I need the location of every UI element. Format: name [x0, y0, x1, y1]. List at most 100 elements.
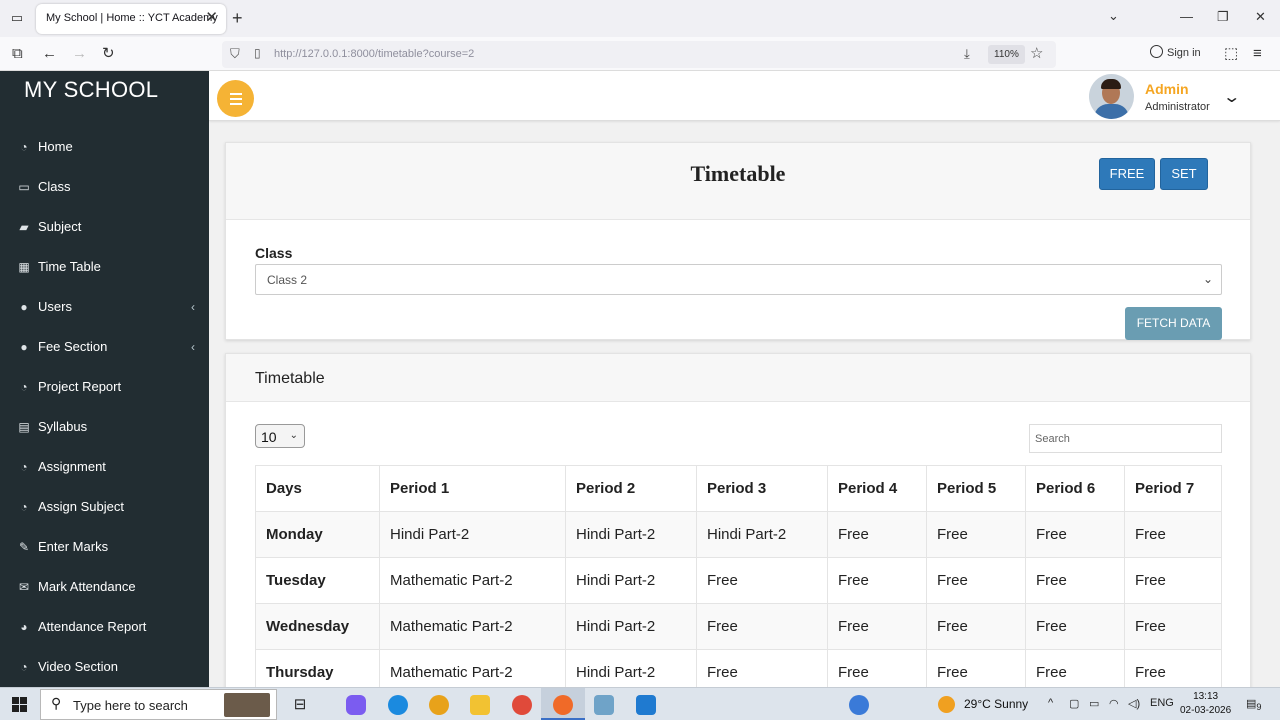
- restore-icon[interactable]: ❐: [1217, 9, 1229, 25]
- sidebar-item-users[interactable]: ● Users ‹: [0, 287, 209, 327]
- brand-logo[interactable]: MY SCHOOL: [24, 77, 158, 103]
- page-title: Timetable: [690, 161, 786, 186]
- browser-tab-bar: ▭ My School | Home :: YCT Academy ✕ + ⌄ …: [0, 0, 1280, 37]
- help-icon[interactable]: [849, 695, 869, 715]
- period-cell: Free: [1124, 511, 1222, 558]
- language-indicator[interactable]: ENG: [1150, 697, 1174, 709]
- wifi-icon[interactable]: ◠: [1109, 697, 1119, 710]
- new-tab-icon[interactable]: +: [232, 8, 243, 28]
- download-icon[interactable]: ⤓: [964, 46, 970, 62]
- browser-tab[interactable]: My School | Home :: YCT Academy ✕: [36, 4, 226, 34]
- sidebar-item-assign-subject[interactable]: ◔ Assign Subject: [0, 487, 209, 527]
- sidebar-item-home[interactable]: ◔ Home: [0, 127, 209, 167]
- dashboard-icon: ◔: [20, 140, 28, 154]
- column-header[interactable]: Period 1: [379, 465, 566, 512]
- windows-start-icon[interactable]: [12, 697, 27, 712]
- extensions-icon[interactable]: ⬚: [1224, 45, 1238, 63]
- column-header[interactable]: Period 5: [926, 465, 1026, 512]
- edge-icon[interactable]: [388, 695, 408, 715]
- sidebar-item-assignment[interactable]: ◔ Assignment: [0, 447, 209, 487]
- clock[interactable]: 13:13 02-03-2026: [1180, 690, 1231, 718]
- fetch-data-button[interactable]: FETCH DATA: [1125, 307, 1222, 340]
- sidebar-menu: ◔ Home ▭ Class ▰ Subject ▦ Time Table ● Users…: [0, 127, 209, 687]
- firefox-icon[interactable]: [553, 695, 573, 715]
- shield-icon[interactable]: ⛉: [230, 46, 240, 62]
- close-tab-icon[interactable]: ✕: [205, 10, 218, 26]
- sidebar-item-syllabus[interactable]: ▤ Syllabus: [0, 407, 209, 447]
- envelope-icon: ✉: [18, 580, 30, 594]
- chevron-down-icon: ⌄: [1202, 272, 1213, 286]
- vscode-icon[interactable]: [636, 695, 656, 715]
- zoom-level[interactable]: 110%: [988, 45, 1025, 64]
- table-row: Tuesday Mathematic Part-2 Hindi Part-2 F…: [255, 557, 1222, 604]
- reload-icon[interactable]: ↻: [102, 45, 115, 63]
- table-header-row: Days Period 1 Period 2 Period 3 Period 4…: [255, 465, 1222, 512]
- notepad-icon[interactable]: [594, 695, 614, 715]
- taskbar-search-placeholder: Type here to search: [73, 698, 188, 713]
- day-cell: Wednesday: [255, 603, 380, 650]
- chevron-up-icon[interactable]: ^: [1048, 697, 1053, 709]
- app-icon[interactable]: [429, 695, 449, 715]
- folder-icon: ▰: [19, 220, 29, 234]
- battery-icon[interactable]: ▭: [1089, 697, 1099, 710]
- notification-icon[interactable]: ▤9: [1246, 697, 1262, 712]
- column-header[interactable]: Period 7: [1124, 465, 1222, 512]
- class-select[interactable]: Class 2 ⌄: [255, 264, 1222, 295]
- weather-text[interactable]: 29°C Sunny: [964, 697, 1028, 711]
- column-header[interactable]: Period 4: [827, 465, 927, 512]
- column-header[interactable]: Period 6: [1025, 465, 1125, 512]
- chevron-down-icon[interactable]: ⌄: [1222, 87, 1241, 107]
- sidebar-item-mark-attendance[interactable]: ✉ Mark Attendance: [0, 567, 209, 607]
- sun-icon[interactable]: [938, 696, 955, 713]
- notification-count: 9: [1256, 702, 1262, 713]
- forward-icon[interactable]: →: [72, 45, 87, 63]
- sidebar: MY SCHOOL ◔ Home ▭ Class ▰ Subject ▦ Time Ta…: [0, 71, 209, 687]
- menu-icon[interactable]: ≡: [1253, 45, 1262, 63]
- set-button[interactable]: SET: [1160, 158, 1208, 190]
- back-icon[interactable]: ←: [42, 45, 57, 63]
- column-header[interactable]: Period 2: [565, 465, 697, 512]
- sidebar-item-enter-marks[interactable]: ✎ Enter Marks: [0, 527, 209, 567]
- url-text[interactable]: http://127.0.0.1:8000/timetable?course=2: [274, 48, 474, 60]
- column-header[interactable]: Days: [255, 465, 380, 512]
- period-cell: Free: [926, 603, 1026, 650]
- taskbar-search[interactable]: ⚲ Type here to search: [40, 689, 277, 720]
- sidebar-item-class[interactable]: ▭ Class: [0, 167, 209, 207]
- sidebar-item-project-report[interactable]: ◔ Project Report: [0, 367, 209, 407]
- free-button[interactable]: FREE: [1099, 158, 1155, 190]
- bookmark-star-icon[interactable]: ☆: [1030, 44, 1043, 62]
- page-length-select[interactable]: 10 ⌄: [255, 424, 305, 448]
- table-row: Monday Hindi Part-2 Hindi Part-2 Hindi P…: [255, 511, 1222, 558]
- sidebar-item-fee-section[interactable]: ● Fee Section ‹: [0, 327, 209, 367]
- top-header: Admin Administrator ⌄: [209, 71, 1280, 121]
- sidebar-item-time-table[interactable]: ▦ Time Table: [0, 247, 209, 287]
- table-row: Wednesday Mathematic Part-2 Hindi Part-2…: [255, 603, 1222, 650]
- copilot-icon[interactable]: [346, 695, 366, 715]
- search-highlight-image: [224, 693, 270, 717]
- chrome-icon[interactable]: [512, 695, 532, 715]
- sign-in-button[interactable]: Sign in: [1150, 45, 1201, 59]
- file-explorer-icon[interactable]: [470, 695, 490, 715]
- avatar[interactable]: [1089, 74, 1134, 119]
- sidebar-item-attendance-report[interactable]: ◕ Attendance Report: [0, 607, 209, 647]
- task-view-icon[interactable]: ⊟: [290, 695, 310, 715]
- sidebar-item-subject[interactable]: ▰ Subject: [0, 207, 209, 247]
- extension-icon[interactable]: ⧉: [12, 45, 23, 63]
- chevron-down-icon[interactable]: ⌄: [1108, 8, 1119, 24]
- user-name[interactable]: Admin: [1145, 81, 1189, 97]
- hamburger-menu-icon[interactable]: [217, 80, 254, 117]
- device-icon[interactable]: ▢: [1069, 697, 1079, 710]
- column-header[interactable]: Period 3: [696, 465, 828, 512]
- period-cell: Free: [1124, 557, 1222, 604]
- url-bar[interactable]: ⛉ ▯ http://127.0.0.1:8000/timetable?cour…: [222, 41, 1056, 68]
- tab-list-icon[interactable]: ▭: [8, 10, 26, 26]
- class-select-value: Class 2: [267, 273, 308, 287]
- close-window-icon[interactable]: ✕: [1255, 9, 1266, 25]
- minimize-icon[interactable]: —: [1180, 9, 1193, 25]
- card-header: Timetable: [226, 354, 1250, 402]
- search-input[interactable]: [1029, 424, 1222, 453]
- volume-icon[interactable]: ◁): [1128, 697, 1140, 710]
- sidebar-item-video-section[interactable]: ◔ Video Section: [0, 647, 209, 687]
- day-cell: Tuesday: [255, 557, 380, 604]
- class-label: Class: [255, 245, 293, 261]
